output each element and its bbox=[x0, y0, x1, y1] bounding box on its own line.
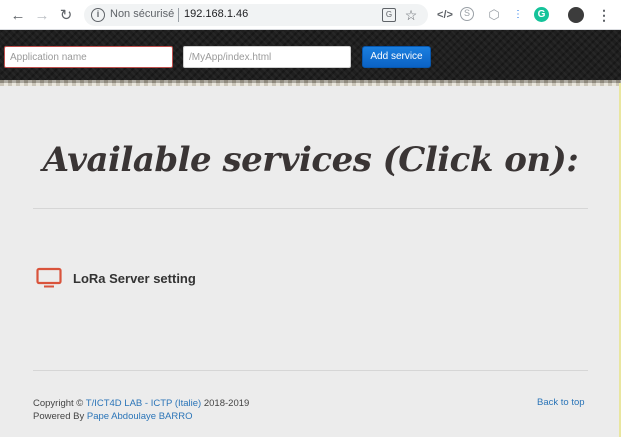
toolbar-border bbox=[0, 80, 621, 86]
author-link[interactable]: Pape Abdoulaye BARRO bbox=[87, 411, 193, 422]
browser-chrome: ← → ↻ i Non sécurisé 192.168.1.46 G ☆ </… bbox=[0, 0, 621, 30]
forward-icon[interactable]: → bbox=[32, 5, 52, 25]
reload-icon[interactable]: ↻ bbox=[56, 5, 76, 25]
back-icon[interactable]: ← bbox=[8, 5, 28, 25]
service-path-input[interactable] bbox=[183, 46, 351, 68]
translate-icon[interactable]: G bbox=[382, 8, 396, 22]
menu-icon[interactable]: ⋮ bbox=[596, 7, 612, 23]
lab-link[interactable]: T/ICT4D LAB - ICTP (Italie) bbox=[86, 398, 201, 409]
shield-icon[interactable]: ⬡ bbox=[486, 7, 502, 23]
profile-icon[interactable] bbox=[568, 7, 584, 23]
powered-prefix: Powered By bbox=[33, 411, 85, 422]
service-label[interactable]: LoRa Server setting bbox=[73, 271, 196, 286]
powered-line: Powered By Pape Abdoulaye BARRO bbox=[33, 410, 249, 423]
back-to-top-link[interactable]: Back to top bbox=[537, 397, 585, 408]
divider-top bbox=[33, 208, 588, 209]
divider-bottom bbox=[33, 370, 588, 371]
copyright-line: Copyright © T/ICT4D LAB - ICTP (Italie) … bbox=[33, 397, 249, 410]
copyright-prefix: Copyright © bbox=[33, 398, 84, 409]
url-text[interactable]: 192.168.1.46 bbox=[184, 8, 248, 20]
security-indicator: Non sécurisé bbox=[110, 8, 175, 20]
copyright-years: 2018-2019 bbox=[203, 398, 250, 409]
footer: Copyright © T/ICT4D LAB - ICTP (Italie) … bbox=[33, 397, 249, 423]
page-title: Available services (Click on): bbox=[42, 140, 579, 180]
code-icon[interactable]: </> bbox=[437, 7, 453, 23]
service-item-lora[interactable]: LoRa Server setting bbox=[36, 265, 196, 291]
monitor-icon bbox=[36, 267, 62, 288]
dots-icon[interactable]: ⋮ bbox=[510, 7, 526, 23]
application-name-input[interactable] bbox=[4, 46, 173, 68]
info-icon[interactable]: i bbox=[91, 8, 105, 22]
address-bar[interactable]: i Non sécurisé 192.168.1.46 G ☆ bbox=[84, 4, 428, 26]
add-service-button[interactable]: Add service bbox=[362, 46, 431, 68]
address-separator bbox=[178, 8, 179, 22]
bookmark-star-icon[interactable]: ☆ bbox=[404, 8, 418, 22]
skype-icon[interactable]: S bbox=[460, 7, 474, 21]
grammarly-icon[interactable]: G bbox=[534, 7, 549, 22]
